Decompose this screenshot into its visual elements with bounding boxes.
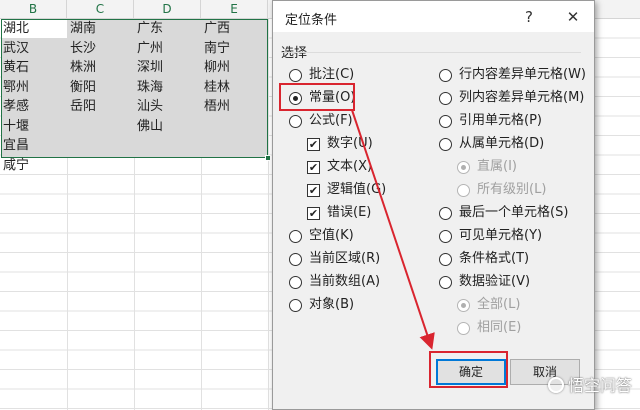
radio-button[interactable] — [289, 253, 302, 266]
option-label: 错误(E) — [327, 205, 372, 220]
radio-button[interactable] — [289, 115, 302, 128]
option-label: 可见单元格(Y) — [459, 228, 543, 243]
option-label: 数据验证(V) — [459, 274, 531, 289]
cell[interactable]: 宜昌 — [0, 136, 67, 155]
radio-button[interactable] — [289, 276, 302, 289]
radio-option[interactable]: 从属单元格(D) — [439, 135, 619, 153]
option-label: 当前区域(R) — [309, 251, 381, 266]
radio-option: 所有级别(L) — [457, 181, 637, 199]
radio-button[interactable] — [439, 92, 452, 105]
radio-option[interactable]: 可见单元格(Y) — [439, 227, 619, 245]
radio-option[interactable]: 条件格式(T) — [439, 250, 619, 268]
radio-option[interactable]: 对象(B) — [289, 296, 469, 314]
option-label: 最后一个单元格(S) — [459, 205, 569, 220]
go-to-special-dialog: 定位条件 ? ✕ 选择 批注(C) 常量(O) 公式(F) ✔ 数字(U) ✔ 文本(X) ✔… — [272, 0, 595, 410]
cell[interactable]: 广州 — [134, 39, 201, 58]
cell[interactable]: 株洲 — [67, 58, 134, 77]
cell[interactable]: 长沙 — [67, 39, 134, 58]
column-header-e[interactable]: E — [201, 0, 268, 19]
option-label: 相同(E) — [477, 320, 522, 335]
cell[interactable]: 汕头 — [134, 97, 201, 116]
cell[interactable]: 梧州 — [201, 97, 268, 116]
cell[interactable]: 武汉 — [0, 39, 67, 58]
radio-button[interactable] — [439, 276, 452, 289]
cell[interactable]: 柳州 — [201, 58, 268, 77]
radio-button — [457, 161, 470, 174]
radio-button — [457, 322, 470, 335]
radio-button[interactable] — [439, 230, 452, 243]
checkbox[interactable]: ✔ — [307, 207, 320, 220]
option-label: 从属单元格(D) — [459, 136, 545, 151]
radio-option[interactable]: 引用单元格(P) — [439, 112, 619, 130]
column-header-c[interactable]: C — [67, 0, 134, 19]
radio-button — [457, 299, 470, 312]
checkbox[interactable]: ✔ — [307, 184, 320, 197]
constants-highlight-box — [279, 83, 355, 111]
option-label: 行内容差异单元格(W) — [459, 67, 586, 82]
option-label: 条件格式(T) — [459, 251, 530, 266]
cell[interactable]: 湖北 — [0, 19, 67, 38]
cell[interactable]: 咸宁 — [0, 156, 67, 175]
checkbox[interactable]: ✔ — [307, 138, 320, 151]
cell[interactable]: 佛山 — [134, 117, 201, 136]
column-header-d[interactable]: D — [134, 0, 201, 19]
cell[interactable]: 岳阳 — [67, 97, 134, 116]
option-label: 逻辑值(G) — [327, 182, 387, 197]
checkbox[interactable]: ✔ — [307, 161, 320, 174]
cell[interactable]: 衡阳 — [67, 78, 134, 97]
radio-option: 相同(E) — [457, 319, 637, 337]
radio-option[interactable]: 列内容差异单元格(M) — [439, 89, 619, 107]
ok-highlight-box — [429, 351, 508, 388]
option-label: 直属(I) — [477, 159, 517, 174]
cell[interactable]: 深圳 — [134, 58, 201, 77]
fill-handle[interactable] — [265, 155, 271, 161]
radio-option[interactable]: 数据验证(V) — [439, 273, 619, 291]
column-gridline — [268, 19, 269, 410]
radio-button[interactable] — [439, 115, 452, 128]
help-button[interactable]: ? — [516, 6, 542, 28]
wukong-logo-icon — [547, 377, 564, 393]
option-label: 引用单元格(P) — [459, 113, 542, 128]
option-label: 对象(B) — [309, 297, 355, 312]
cell[interactable]: 鄂州 — [0, 78, 67, 97]
option-label: 所有级别(L) — [477, 182, 547, 197]
cell[interactable]: 南宁 — [201, 39, 268, 58]
watermark: 悟空问答 — [547, 372, 632, 396]
radio-option: 全部(L) — [457, 296, 637, 314]
dialog-titlebar: 定位条件 ? ✕ — [273, 1, 594, 32]
option-label: 公式(F) — [309, 113, 353, 128]
cell[interactable]: 广东 — [134, 19, 201, 38]
radio-button[interactable] — [439, 253, 452, 266]
cell[interactable]: 黄石 — [0, 58, 67, 77]
option-label: 全部(L) — [477, 297, 521, 312]
option-label: 列内容差异单元格(M) — [459, 90, 585, 105]
cell[interactable]: 桂林 — [201, 78, 268, 97]
option-label: 数字(U) — [327, 136, 373, 151]
option-label: 文本(X) — [327, 159, 373, 174]
radio-button[interactable] — [289, 299, 302, 312]
cell[interactable]: 湖南 — [67, 19, 134, 38]
option-label: 当前数组(A) — [309, 274, 381, 289]
radio-button[interactable] — [439, 138, 452, 151]
close-button[interactable]: ✕ — [560, 6, 586, 28]
radio-option: 直属(I) — [457, 158, 637, 176]
option-label: 空值(K) — [309, 228, 354, 243]
radio-button[interactable] — [289, 69, 302, 82]
radio-button[interactable] — [289, 230, 302, 243]
cell[interactable]: 广西 — [201, 19, 268, 38]
dialog-title: 定位条件 — [285, 13, 338, 28]
group-divider — [281, 52, 581, 53]
radio-button — [457, 184, 470, 197]
radio-button[interactable] — [439, 207, 452, 220]
radio-option[interactable]: 最后一个单元格(S) — [439, 204, 619, 222]
radio-option[interactable]: 行内容差异单元格(W) — [439, 66, 619, 84]
cell[interactable]: 孝感 — [0, 97, 67, 116]
column-header-b[interactable]: B — [0, 0, 67, 19]
cell[interactable]: 珠海 — [134, 78, 201, 97]
option-label: 批注(C) — [309, 67, 355, 82]
radio-button[interactable] — [439, 69, 452, 82]
watermark-text: 悟空问答 — [567, 376, 632, 395]
cell[interactable]: 十堰 — [0, 117, 67, 136]
